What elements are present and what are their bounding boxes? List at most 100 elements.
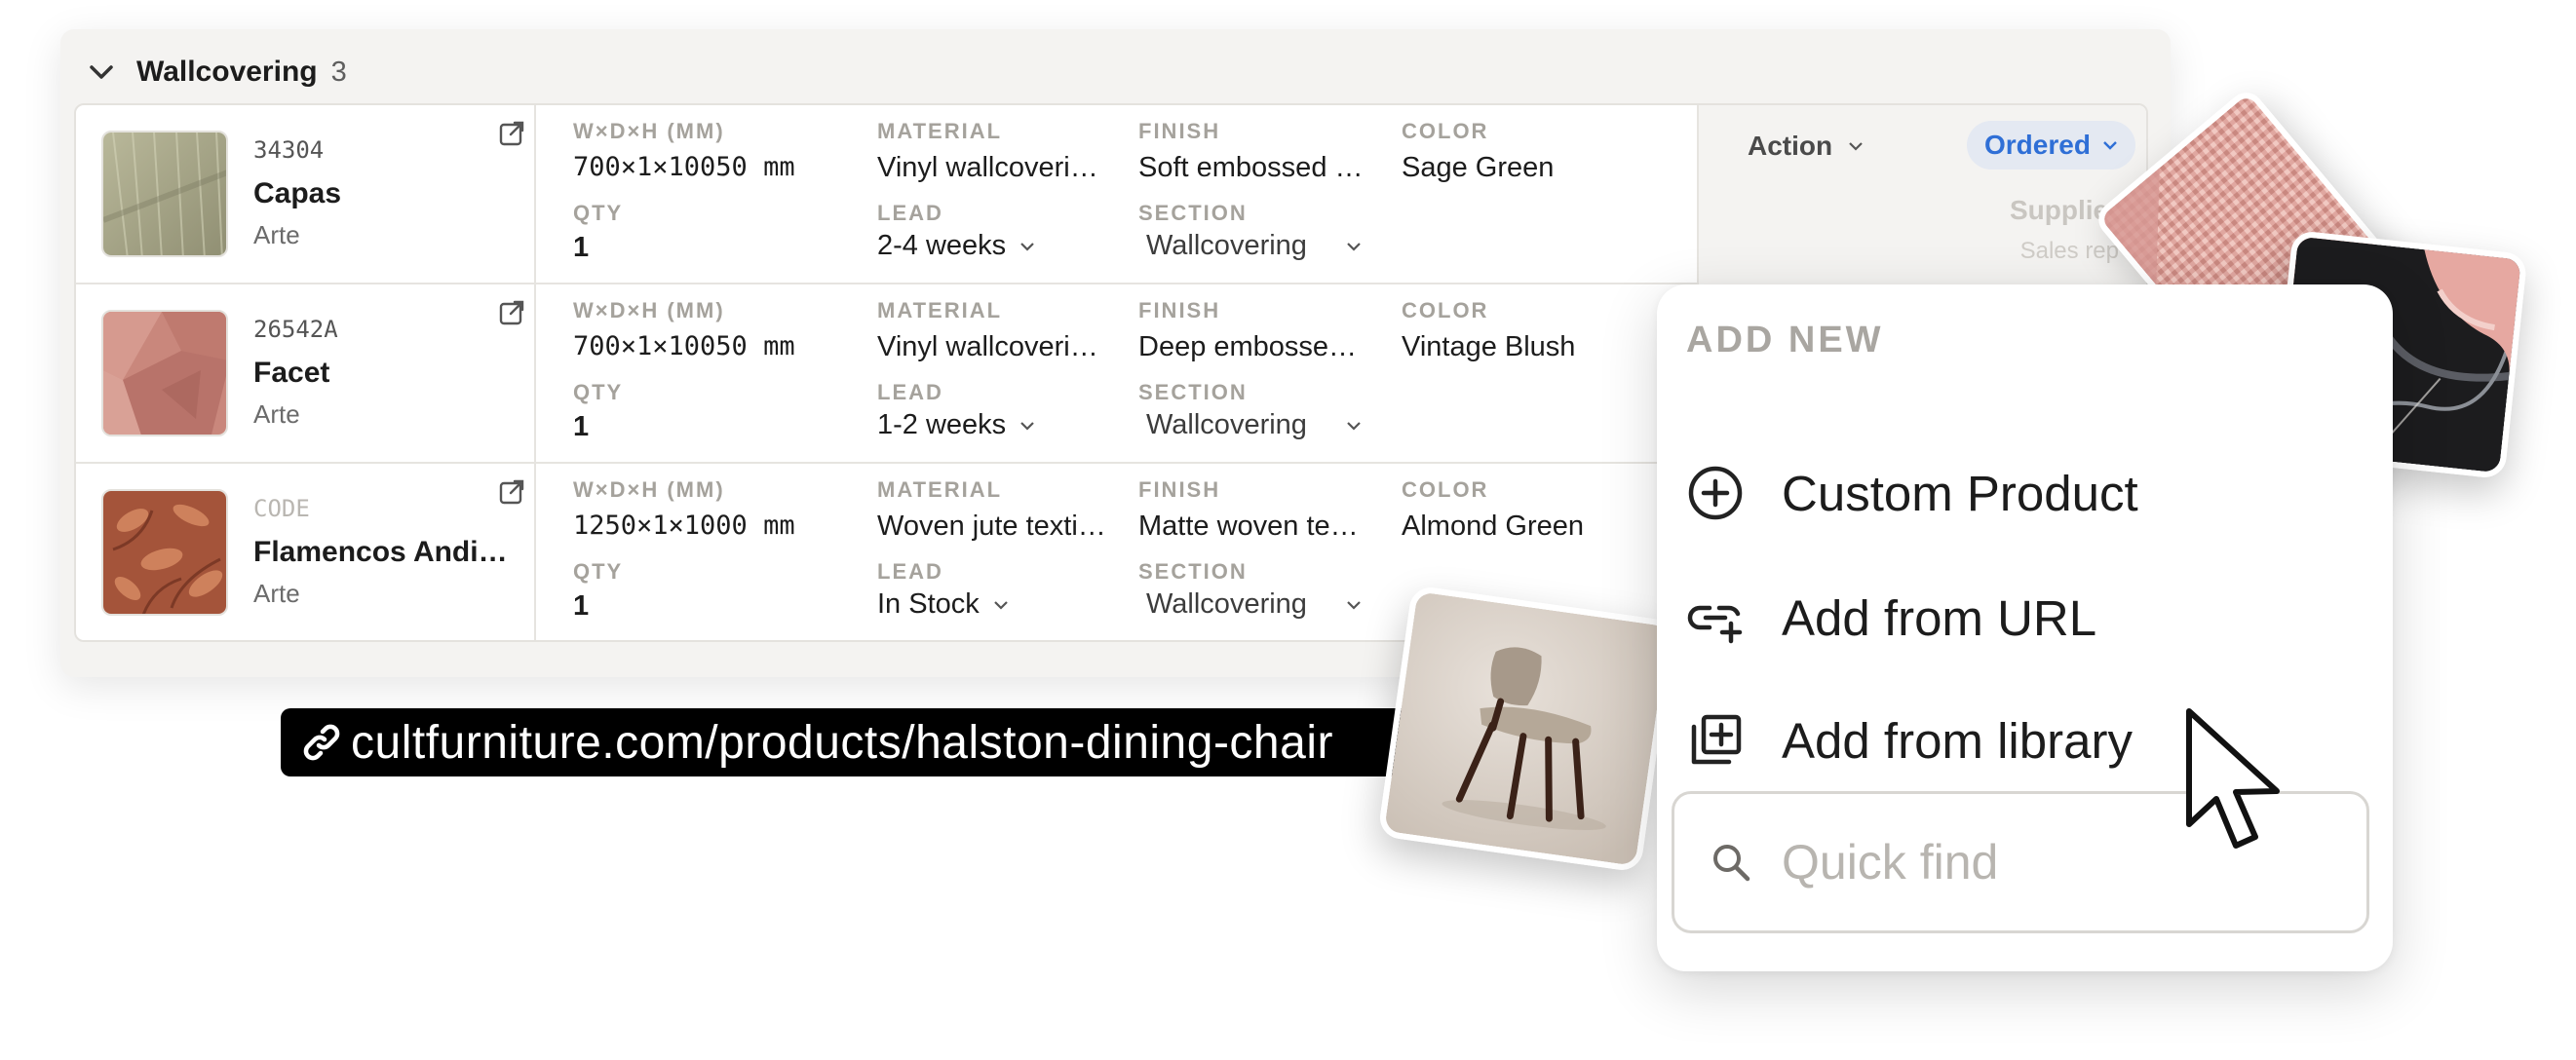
section-dropdown[interactable]: Wallcovering <box>1146 588 1362 621</box>
product-name[interactable]: Capas <box>253 177 341 210</box>
material-value: Woven jute texti… <box>877 511 1106 542</box>
chevron-down-icon <box>1849 142 1863 151</box>
product-thumbnail-facet[interactable] <box>101 310 228 436</box>
chevron-down-icon <box>1347 242 1361 251</box>
menu-item-custom-product[interactable]: Custom Product <box>1686 454 2138 532</box>
action-dropdown[interactable]: Action <box>1748 131 1864 162</box>
url-text: cultfurniture.com/products/halston-dinin… <box>351 716 1333 769</box>
lead-dropdown[interactable]: 1-2 weeks <box>877 409 1035 441</box>
product-thumbnail-capas[interactable] <box>101 131 228 257</box>
chevron-down-icon <box>994 600 1008 610</box>
finish-value: Deep embosse… <box>1138 331 1358 362</box>
product-brand: Arte <box>253 579 300 608</box>
qty-value[interactable]: 1 <box>573 590 589 623</box>
dims-value: 1250×1×1000 mm <box>573 511 795 541</box>
status-area: Action Ordered Supplier Sales rep <box>1697 105 2146 284</box>
qty-label: QTY <box>573 559 624 584</box>
column-divider <box>534 105 536 283</box>
lead-value: 1-2 weeks <box>877 409 1007 440</box>
chair-product-image[interactable] <box>1377 585 1675 873</box>
lead-dropdown[interactable]: In Stock <box>877 588 1009 621</box>
qty-label: QTY <box>573 201 624 225</box>
link-plus-icon <box>1687 605 1743 644</box>
action-label: Action <box>1748 131 1833 161</box>
menu-item-label: Custom Product <box>1782 465 2138 521</box>
chevron-down-icon <box>2103 141 2117 150</box>
material-label: MATERIAL <box>877 298 1003 322</box>
section-label: SECTION <box>1138 380 1248 404</box>
dims-value: 700×1×10050 mm <box>573 331 795 361</box>
material-label: MATERIAL <box>877 119 1003 143</box>
menu-heading: ADD NEW <box>1686 320 1884 360</box>
color-label: COLOR <box>1402 477 1489 502</box>
color-value: Sage Green <box>1402 152 1555 183</box>
dims-label: W×D×H (MM) <box>573 477 725 502</box>
plus-circle-icon <box>1688 466 1743 520</box>
dims-label: W×D×H (MM) <box>573 298 725 322</box>
color-value: Almond Green <box>1402 511 1584 542</box>
product-code: 34304 <box>253 136 325 164</box>
lead-label: LEAD <box>877 201 943 225</box>
section-dropdown[interactable]: Wallcovering <box>1146 409 1362 441</box>
material-value: Vinyl wallcoveri… <box>877 152 1098 183</box>
dims-value: 700×1×10050 mm <box>573 152 795 182</box>
lead-value: 2-4 weeks <box>877 230 1007 261</box>
finish-label: FINISH <box>1138 477 1221 502</box>
chevron-down-icon <box>1347 421 1361 431</box>
section-dropdown[interactable]: Wallcovering <box>1146 230 1362 262</box>
link-icon <box>303 724 340 761</box>
chevron-down-icon <box>1020 421 1034 431</box>
menu-item-add-from-url[interactable]: Add from URL <box>1686 579 2096 657</box>
color-label: COLOR <box>1402 119 1489 143</box>
group-title: Wallcovering <box>136 56 318 88</box>
menu-item-add-from-library[interactable]: Add from library <box>1686 701 2133 779</box>
product-code-placeholder[interactable]: CODE <box>253 495 310 522</box>
group-count: 3 <box>330 56 347 88</box>
menu-item-label: Add from library <box>1782 712 2133 769</box>
finish-value: Soft embossed … <box>1138 152 1364 183</box>
dims-label: W×D×H (MM) <box>573 119 725 143</box>
lead-label: LEAD <box>877 559 943 584</box>
external-link-icon[interactable] <box>495 296 528 329</box>
external-link-icon[interactable] <box>495 475 528 509</box>
section-label: SECTION <box>1138 559 1248 584</box>
product-name[interactable]: Facet <box>253 357 329 390</box>
column-divider <box>534 464 536 640</box>
qty-value[interactable]: 1 <box>573 232 589 264</box>
column-divider <box>534 284 536 462</box>
chevron-down-icon <box>1347 600 1361 610</box>
add-new-menu: ADD NEW Custom Product Add from URL Add … <box>1657 284 2393 971</box>
qty-label: QTY <box>573 380 624 404</box>
product-brand: Arte <box>253 399 300 429</box>
section-label: SECTION <box>1138 201 1248 225</box>
ordered-status-badge[interactable]: Ordered <box>1967 121 2135 170</box>
external-link-icon[interactable] <box>495 117 528 150</box>
qty-value[interactable]: 1 <box>573 411 589 443</box>
section-value: Wallcovering <box>1146 409 1307 440</box>
color-label: COLOR <box>1402 298 1489 322</box>
material-label: MATERIAL <box>877 477 1003 502</box>
group-header[interactable]: Wallcovering 3 <box>80 51 347 94</box>
chevron-down-icon[interactable] <box>80 51 123 94</box>
color-value: Vintage Blush <box>1402 331 1576 362</box>
table-row[interactable]: 34304 Capas Arte W×D×H (MM) 700×1×10050 … <box>76 105 2146 284</box>
product-name[interactable]: Flamencos Andi… <box>253 536 508 569</box>
search-icon <box>1713 845 1750 882</box>
sales-rep-label[interactable]: Sales rep <box>2020 238 2119 265</box>
finish-label: FINISH <box>1138 119 1221 143</box>
product-thumbnail-flamencos[interactable] <box>101 489 228 616</box>
menu-item-label: Add from URL <box>1782 589 2097 646</box>
section-value: Wallcovering <box>1146 588 1307 620</box>
finish-value: Matte woven te… <box>1138 511 1359 542</box>
lead-dropdown[interactable]: 2-4 weeks <box>877 230 1035 262</box>
library-add-icon <box>1691 714 1742 765</box>
ordered-label: Ordered <box>1984 130 2091 160</box>
finish-label: FINISH <box>1138 298 1221 322</box>
product-code: 26542A <box>253 316 338 343</box>
lead-value: In Stock <box>877 588 980 620</box>
lead-label: LEAD <box>877 380 943 404</box>
url-tooltip: cultfurniture.com/products/halston-dinin… <box>281 708 1409 776</box>
section-value: Wallcovering <box>1146 230 1307 261</box>
chevron-down-icon <box>1020 242 1034 251</box>
product-brand: Arte <box>253 220 300 249</box>
